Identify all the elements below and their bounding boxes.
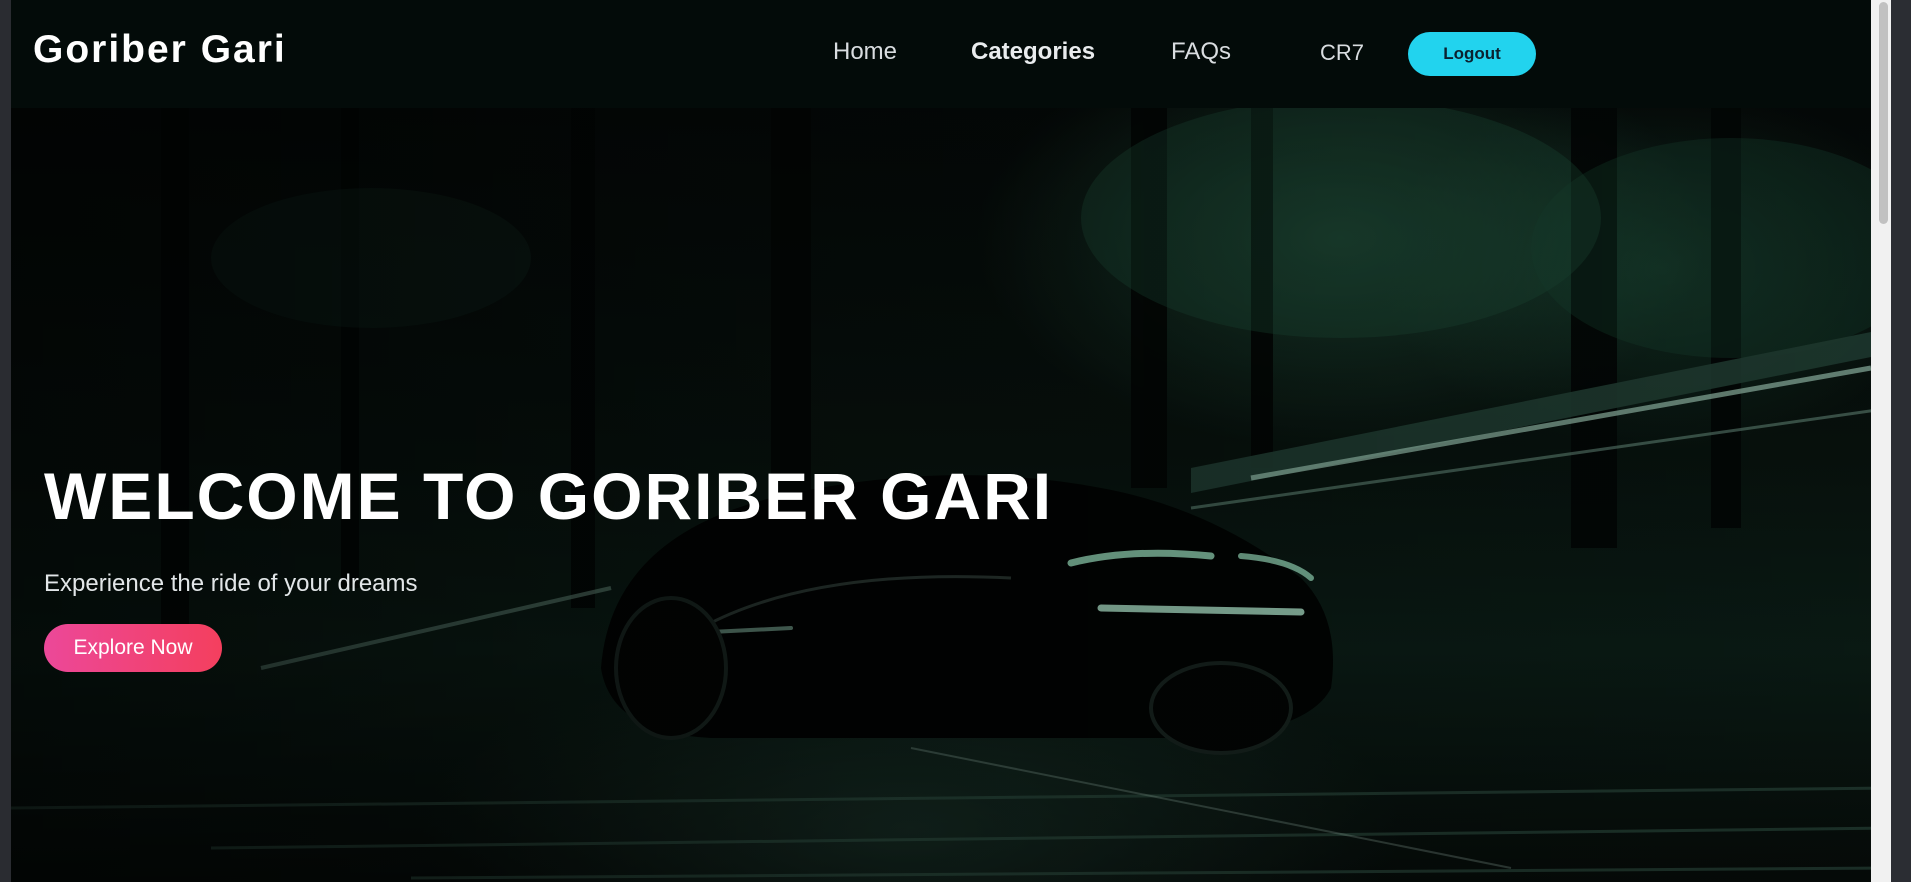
window-left-gutter <box>0 0 11 882</box>
nav-link-home[interactable]: Home <box>833 38 897 66</box>
brand-logo-text[interactable]: Goriber Gari <box>33 28 287 72</box>
page-viewport: Goriber Gari Home Categories FAQs CR7 Lo… <box>11 0 1891 882</box>
vertical-scrollbar[interactable] <box>1871 0 1891 882</box>
hero-subtitle: Experience the ride of your dreams <box>44 570 418 597</box>
hero-title: WELCOME TO GORIBER GARI <box>44 459 1054 533</box>
scrollbar-thumb[interactable] <box>1879 2 1888 224</box>
logout-button[interactable]: Logout <box>1408 32 1536 76</box>
explore-now-button[interactable]: Explore Now <box>44 624 222 672</box>
nav-link-faqs[interactable]: FAQs <box>1171 38 1231 66</box>
navbar: Goriber Gari Home Categories FAQs CR7 Lo… <box>11 0 1891 108</box>
user-name-label: CR7 <box>1320 40 1365 65</box>
hero-section: WELCOME TO GORIBER GARI Experience the r… <box>11 108 1891 882</box>
nav-link-categories[interactable]: Categories <box>971 38 1095 66</box>
